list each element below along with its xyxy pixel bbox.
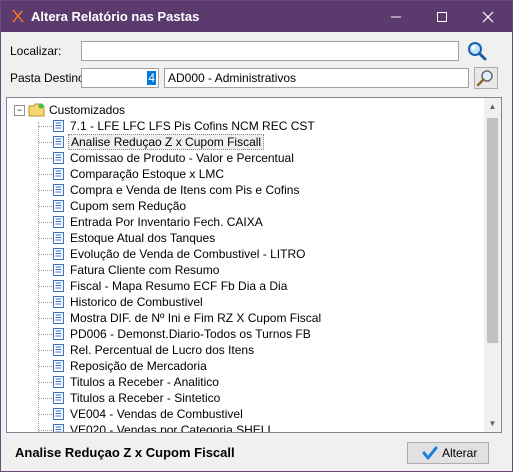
report-document-icon: [53, 344, 64, 356]
tree-item-label: PD006 - Demonst.Diario-Todos os Turnos F…: [70, 327, 311, 341]
tree-item[interactable]: Comparação Estoque x LMC: [7, 166, 477, 182]
destination-name-field: AD000 - Administrativos: [164, 68, 469, 88]
tree-item-label: VE004 - Vendas de Combustivel: [70, 407, 243, 421]
tree-item-label: Fatura Cliente com Resumo: [70, 263, 220, 277]
maximize-button[interactable]: [419, 1, 465, 32]
tree-item-label: Evolução de Venda de Combustivel - LITRO: [70, 247, 306, 261]
search-button[interactable]: [465, 40, 489, 62]
report-tree[interactable]: − Customizados 7.1 - LFE LFC LFS Pis Cof…: [6, 97, 502, 433]
vertical-scrollbar[interactable]: ▲ ▼: [484, 98, 501, 432]
tree-item[interactable]: Evolução de Venda de Combustivel - LITRO: [7, 246, 477, 262]
checkmark-icon: [422, 446, 438, 460]
tree-item[interactable]: Analise Reduçao Z x Cupom Fiscall: [7, 134, 477, 150]
tree-root-label: Customizados: [49, 103, 126, 117]
tree-item[interactable]: Rel. Percentual de Lucro dos Itens: [7, 342, 477, 358]
search-input[interactable]: [81, 41, 459, 61]
report-document-icon: [53, 424, 64, 432]
title-bar[interactable]: Altera Relatório nas Pastas: [1, 1, 512, 32]
alterar-button-label: Alterar: [442, 446, 478, 460]
tree-item[interactable]: Fiscal - Mapa Resumo ECF Fb Dia a Dia: [7, 278, 477, 294]
report-document-icon: [53, 152, 64, 164]
tree-item-label: Titulos a Receber - Sintetico: [70, 391, 221, 405]
tree-item-label: Entrada Por Inventario Fech. CAIXA: [70, 215, 263, 229]
tree-item-label: Cupom sem Redução: [70, 199, 187, 213]
tree-item-label: Titulos a Receber - Analitico: [70, 375, 219, 389]
report-document-icon: [53, 120, 64, 132]
tree-item[interactable]: Estoque Atual dos Tanques: [7, 230, 477, 246]
magnifier-icon: [468, 42, 487, 61]
tree-item[interactable]: Fatura Cliente com Resumo: [7, 262, 477, 278]
report-document-icon: [53, 280, 64, 292]
report-document-icon: [53, 168, 64, 180]
tree-item-label: Estoque Atual dos Tanques: [70, 231, 216, 245]
report-document-icon: [53, 328, 64, 340]
dialog-window: Altera Relatório nas Pastas Localizar: P…: [0, 0, 513, 472]
tree-root-node[interactable]: − Customizados: [7, 102, 477, 118]
tree-item[interactable]: Comissao de Produto - Valor e Percentual: [7, 150, 477, 166]
lookup-magnifier-icon: [476, 70, 493, 87]
collapse-toggle-icon[interactable]: −: [14, 105, 25, 116]
tree-item[interactable]: Historico de Combustivel: [7, 294, 477, 310]
tree-item-label: Analise Reduçao Z x Cupom Fiscall: [68, 134, 265, 150]
destination-lookup-button[interactable]: [474, 67, 498, 89]
report-document-icon: [53, 136, 64, 148]
tree-item[interactable]: VE004 - Vendas de Combustivel: [7, 406, 477, 422]
close-button[interactable]: [465, 1, 511, 32]
tree-item[interactable]: Cupom sem Redução: [7, 198, 477, 214]
search-label: Localizar:: [10, 44, 62, 58]
tree-item[interactable]: Mostra DIF. de Nº Ini e Fim RZ X Cupom F…: [7, 310, 477, 326]
app-logo-icon: [12, 10, 24, 22]
report-document-icon: [53, 312, 64, 324]
tree-item[interactable]: Titulos a Receber - Sintetico: [7, 390, 477, 406]
tree-item-label: Fiscal - Mapa Resumo ECF Fb Dia a Dia: [70, 279, 288, 293]
tree-item-label: Compra e Venda de Itens com Pis e Cofins: [70, 183, 300, 197]
scroll-up-arrow-icon[interactable]: ▲: [484, 98, 501, 115]
report-document-icon: [53, 392, 64, 404]
destination-code-value: 4: [147, 71, 156, 85]
tree-item[interactable]: Reposição de Mercadoria: [7, 358, 477, 374]
tree-item-label: Reposição de Mercadoria: [70, 359, 207, 373]
tree-item[interactable]: PD006 - Demonst.Diario-Todos os Turnos F…: [7, 326, 477, 342]
report-document-icon: [53, 232, 64, 244]
tree-item-label: 7.1 - LFE LFC LFS Pis Cofins NCM REC CST: [70, 119, 315, 133]
destination-code-input[interactable]: 4: [81, 68, 159, 88]
report-document-icon: [53, 184, 64, 196]
tree-item[interactable]: Titulos a Receber - Analitico: [7, 374, 477, 390]
tree-item[interactable]: VE020 - Vendas por Categoria SHELL: [7, 422, 477, 433]
report-document-icon: [53, 376, 64, 388]
tree-item[interactable]: 7.1 - LFE LFC LFS Pis Cofins NCM REC CST: [7, 118, 477, 134]
tree-item-label: Historico de Combustivel: [70, 295, 203, 309]
folder-icon: [28, 103, 45, 117]
tree-item[interactable]: Compra e Venda de Itens com Pis e Cofins: [7, 182, 477, 198]
report-document-icon: [53, 264, 64, 276]
report-document-icon: [53, 248, 64, 260]
minimize-button[interactable]: [373, 1, 419, 32]
scroll-down-arrow-icon[interactable]: ▼: [484, 415, 501, 432]
tree-item[interactable]: Entrada Por Inventario Fech. CAIXA: [7, 214, 477, 230]
tree-item-label: Rel. Percentual de Lucro dos Itens: [70, 343, 255, 357]
tree-item-label: Comparação Estoque x LMC: [70, 167, 225, 181]
minimize-icon: [391, 16, 401, 18]
window-title: Altera Relatório nas Pastas: [31, 9, 200, 24]
destination-label: Pasta Destino:: [10, 71, 89, 85]
report-document-icon: [53, 216, 64, 228]
tree-item-label: Comissao de Produto - Valor e Percentual: [70, 151, 294, 165]
report-document-icon: [53, 200, 64, 212]
scroll-thumb[interactable]: [487, 118, 498, 343]
maximize-icon: [437, 12, 447, 23]
report-document-icon: [53, 408, 64, 420]
selected-report-label: Analise Reduçao Z x Cupom Fiscall: [15, 445, 235, 460]
tree-item-label: VE020 - Vendas por Categoria SHELL: [70, 423, 275, 433]
alterar-button[interactable]: Alterar: [407, 442, 489, 464]
report-document-icon: [53, 296, 64, 308]
report-document-icon: [53, 360, 64, 372]
close-icon: [482, 11, 494, 23]
tree-item-label: Mostra DIF. de Nº Ini e Fim RZ X Cupom F…: [70, 311, 322, 325]
